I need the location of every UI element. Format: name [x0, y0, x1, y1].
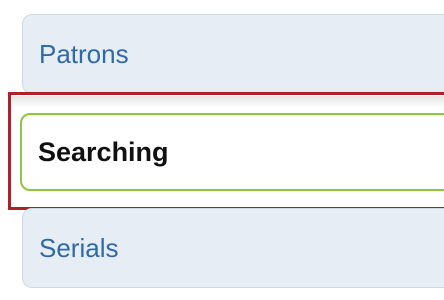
side-nav: Patrons Searching Serials — [0, 0, 444, 300]
nav-item-label: Searching — [38, 136, 169, 167]
nav-item-serials[interactable]: Serials — [22, 208, 444, 288]
nav-item-label: Patrons — [39, 38, 129, 69]
nav-item-patrons[interactable]: Patrons — [22, 14, 444, 94]
nav-item-searching[interactable]: Searching — [20, 113, 444, 191]
nav-item-label: Serials — [39, 232, 119, 263]
